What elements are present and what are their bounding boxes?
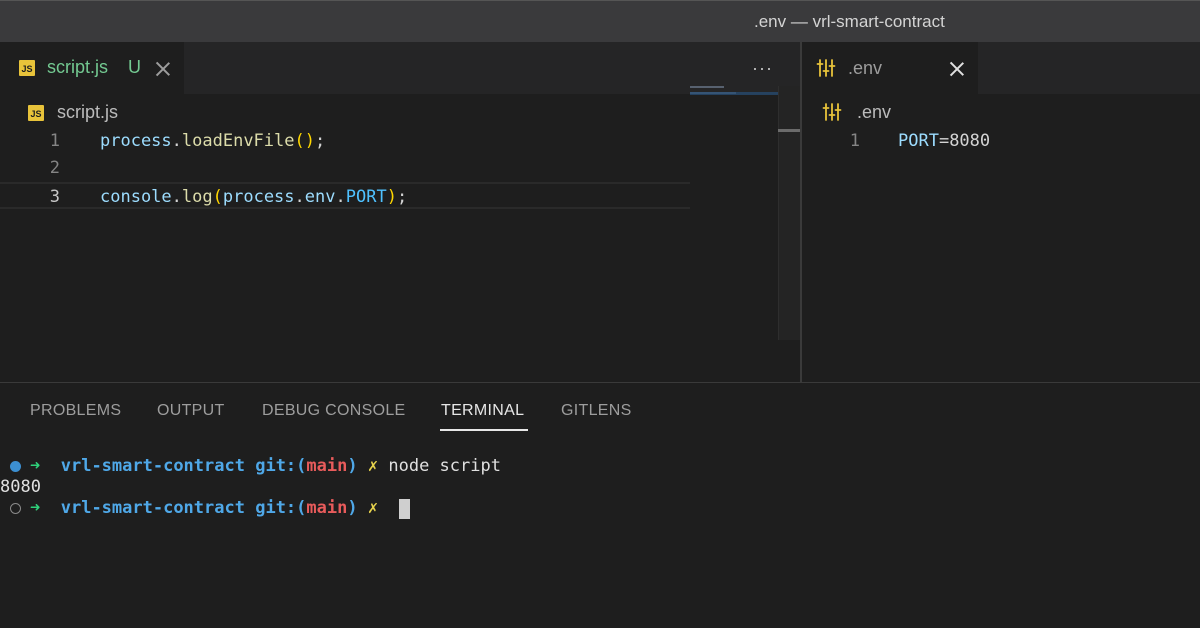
prompt-git-prefix: git:(: [255, 498, 307, 518]
prompt-arrow: ➜: [30, 456, 41, 476]
prompt-dirty-marker: ✗: [367, 456, 379, 476]
editor-group-right: .env .env 1 PORT=8080: [802, 42, 1200, 382]
line-number: 1: [849, 131, 860, 151]
tab-output[interactable]: OUTPUT: [157, 402, 225, 420]
line-number: 2: [49, 158, 60, 178]
tab-gitlens[interactable]: GITLENS: [561, 402, 632, 420]
command-pending-icon[interactable]: [10, 503, 21, 514]
breadcrumb-file[interactable]: script.js: [57, 102, 118, 123]
prompt-text: ➜ vrl-smart-contract git:(main) ✗ node s…: [30, 456, 501, 476]
code-text[interactable]: PORT=8080: [898, 131, 990, 151]
token-semicolon: ;: [396, 187, 408, 207]
token-equals: =8080: [938, 131, 991, 151]
window-title: .env — vrl-smart-contract: [754, 12, 945, 31]
prompt-text: ➜ vrl-smart-contract git:(main) ✗: [30, 498, 378, 518]
token-process: process: [222, 187, 295, 207]
vertical-scrollbar[interactable]: [778, 86, 800, 340]
breadcrumb: JS script.js: [0, 94, 800, 128]
tab-debug-console[interactable]: DEBUG CONSOLE: [262, 402, 406, 420]
prompt-branch: main: [306, 498, 348, 518]
close-icon[interactable]: [949, 61, 965, 77]
line-number: 1: [49, 131, 60, 151]
tab-problems[interactable]: PROBLEMS: [30, 402, 121, 420]
command-success-icon[interactable]: [10, 461, 21, 472]
terminal-output-line: 8080: [0, 477, 1200, 499]
code-text[interactable]: process.loadEnvFile();: [100, 131, 325, 151]
terminal-output: 8080: [0, 477, 41, 497]
javascript-file-icon: JS: [28, 105, 44, 121]
breadcrumb-file[interactable]: .env: [857, 102, 891, 123]
minimap-line: [690, 86, 724, 88]
terminal-prompt-line[interactable]: ➜ vrl-smart-contract git:(main) ✗: [0, 498, 1200, 520]
prompt-directory: vrl-smart-contract: [60, 498, 245, 518]
javascript-file-icon: JS: [19, 60, 35, 76]
prompt-git-prefix: git:(: [255, 456, 307, 476]
token-dot: .: [335, 187, 346, 207]
prompt-directory: vrl-smart-contract: [60, 456, 245, 476]
terminal-command: node script: [388, 456, 501, 476]
token-env: env: [304, 187, 336, 207]
token-open-paren: (: [212, 187, 223, 207]
prompt-git-suffix: ): [347, 456, 358, 476]
terminal-prompt-line[interactable]: ➜ vrl-smart-contract git:(main) ✗ node s…: [0, 456, 1200, 478]
token-dot: .: [171, 187, 182, 207]
code-line-active[interactable]: 3 console.log(process.env.PORT);: [0, 182, 690, 209]
scrollbar-cursor-marker: [778, 129, 800, 132]
prompt-arrow: ➜: [30, 498, 41, 518]
code-text[interactable]: console.log(process.env.PORT);: [100, 187, 407, 207]
token-loadenvfile: loadEnvFile: [181, 131, 295, 151]
token-log: log: [181, 187, 213, 207]
settings-sliders-icon: [816, 59, 836, 77]
git-untracked-badge: U: [128, 57, 141, 77]
line-number: 3: [49, 187, 60, 207]
token-parens: (): [294, 131, 315, 151]
code-line[interactable]: 1 PORT=8080: [802, 128, 1200, 155]
tab-env[interactable]: .env: [802, 42, 978, 94]
terminal-cursor[interactable]: [399, 499, 410, 519]
prompt-git-suffix: ): [347, 498, 358, 518]
bottom-panel: PROBLEMS OUTPUT DEBUG CONSOLE TERMINAL G…: [0, 382, 1200, 628]
token-dot: .: [171, 131, 182, 151]
close-icon[interactable]: [155, 61, 171, 77]
tab-label: script.js: [47, 57, 109, 77]
active-tab-indicator: [440, 429, 528, 431]
code-line[interactable]: 2: [0, 155, 690, 182]
settings-sliders-icon: [822, 103, 842, 121]
tab-bar-left: JS script.js U ···: [0, 42, 800, 94]
tab-terminal[interactable]: TERMINAL: [441, 402, 524, 420]
editor-group-left: JS script.js U ··· JS script.js 1 proces…: [0, 42, 800, 382]
token-dot: .: [294, 187, 305, 207]
token-console: console: [100, 187, 172, 207]
tab-bar-right: .env: [802, 42, 1200, 94]
prompt-branch: main: [306, 456, 348, 476]
minimap-viewport[interactable]: [690, 92, 778, 95]
token-close-paren: ): [386, 187, 397, 207]
token-port: PORT: [345, 187, 387, 207]
more-actions-icon[interactable]: ···: [752, 58, 773, 79]
prompt-dirty-marker: ✗: [367, 498, 379, 518]
title-bar: .env — vrl-smart-contract: [0, 0, 1200, 42]
breadcrumb: .env: [802, 94, 1200, 128]
token-port-key: PORT: [898, 131, 939, 151]
token-semicolon: ;: [314, 131, 326, 151]
tab-script-js[interactable]: JS script.js U: [0, 42, 184, 94]
code-line[interactable]: 1 process.loadEnvFile();: [0, 128, 690, 155]
token-process: process: [100, 131, 172, 151]
tab-label: .env: [848, 58, 883, 78]
